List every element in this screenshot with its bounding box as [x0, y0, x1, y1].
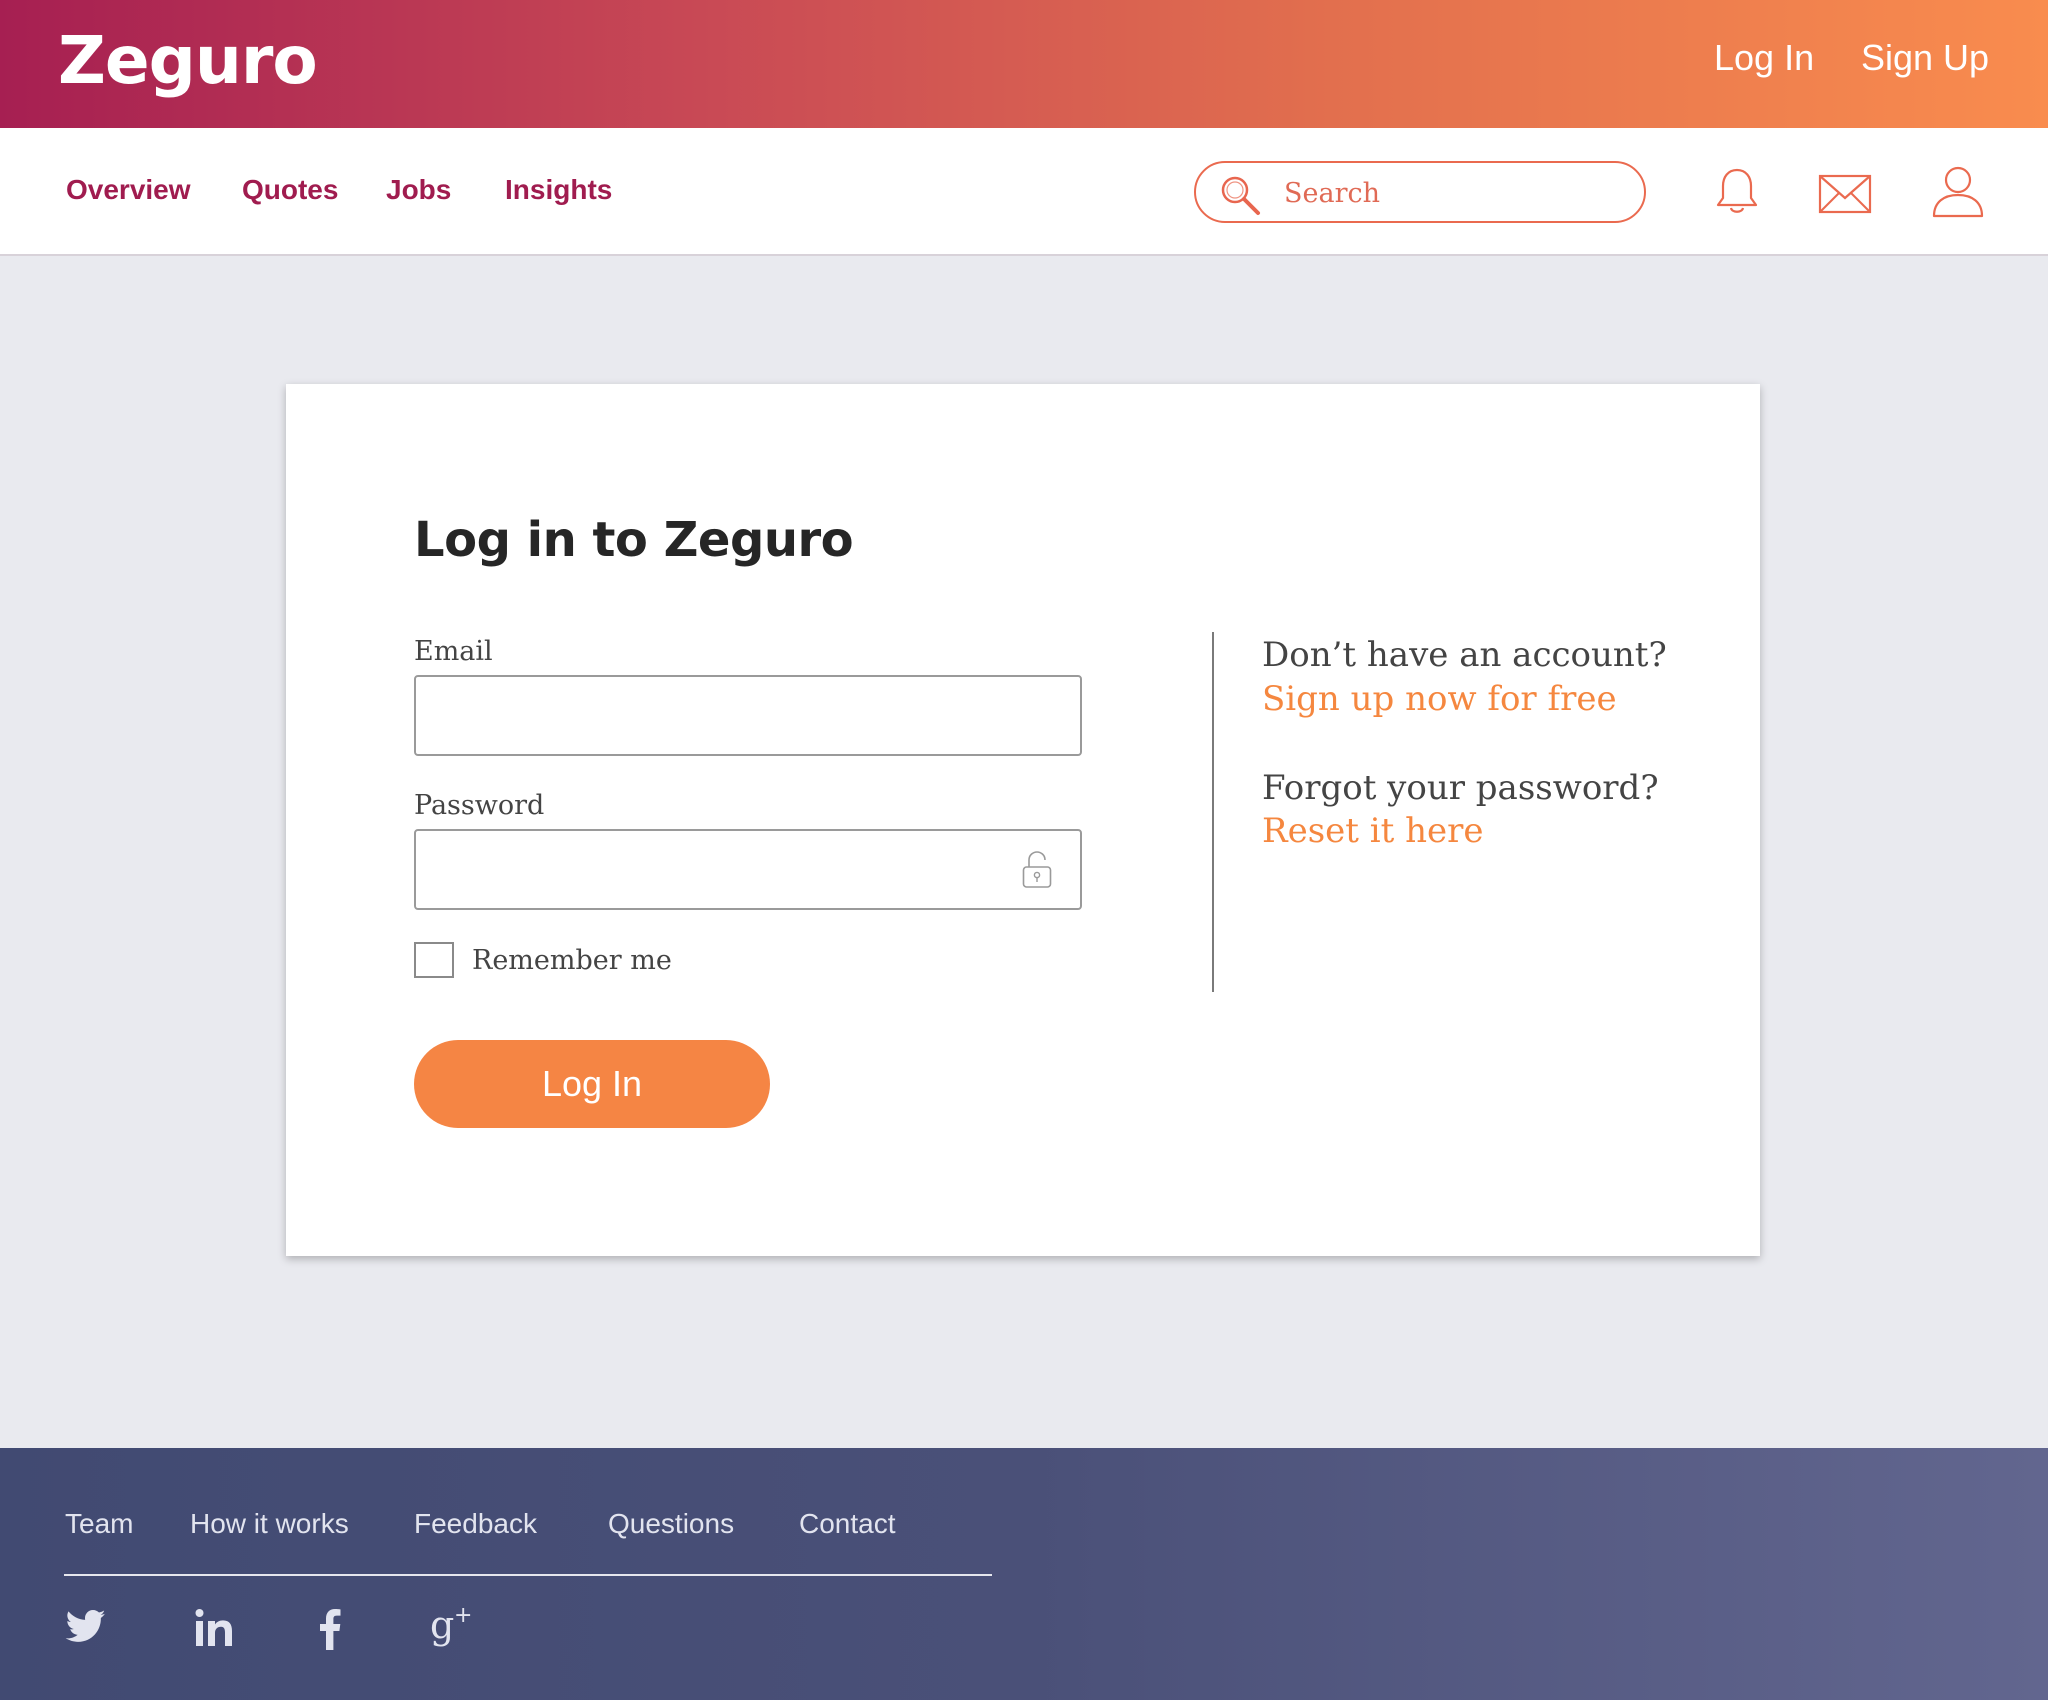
linkedin-icon[interactable] — [194, 1608, 236, 1648]
password-label: Password — [414, 790, 545, 821]
nav-item-overview[interactable]: Overview — [66, 176, 191, 204]
unlock-icon[interactable] — [1022, 851, 1052, 889]
top-header: Zeguro Log In Sign Up — [0, 0, 2048, 128]
footer-link-contact[interactable]: Contact — [799, 1510, 896, 1538]
search-icon — [1221, 176, 1260, 215]
login-title: Log in to Zeguro — [414, 512, 854, 568]
footer-link-how-it-works[interactable]: How it works — [190, 1510, 349, 1538]
reset-password-link[interactable]: Reset it here — [1262, 814, 1484, 848]
signup-link[interactable]: Sign up now for free — [1262, 682, 1617, 716]
forgot-password-text: Forgot your password? — [1262, 768, 1659, 808]
footer-divider — [64, 1574, 992, 1576]
nav-item-insights[interactable]: Insights — [505, 176, 612, 204]
facebook-icon[interactable] — [318, 1608, 344, 1650]
logo[interactable]: Zeguro — [58, 28, 318, 94]
footer-link-questions[interactable]: Questions — [608, 1510, 734, 1538]
vertical-divider — [1212, 632, 1214, 992]
no-account-text: Don’t have an account? — [1262, 635, 1667, 675]
mail-icon[interactable] — [1818, 174, 1872, 214]
password-field[interactable] — [430, 831, 1030, 908]
login-card: Log in to Zeguro Email Password Remember… — [286, 384, 1760, 1256]
svg-text:+: + — [454, 1603, 472, 1628]
email-field-box[interactable] — [414, 675, 1082, 756]
nav-item-jobs[interactable]: Jobs — [386, 176, 451, 204]
search-box[interactable] — [1194, 161, 1646, 223]
remember-me-checkbox[interactable] — [414, 942, 454, 978]
bell-icon[interactable] — [1714, 166, 1760, 218]
nav-item-quotes[interactable]: Quotes — [242, 176, 338, 204]
login-button[interactable]: Log In — [414, 1040, 770, 1128]
email-field[interactable] — [430, 677, 1030, 754]
email-label: Email — [414, 636, 493, 667]
twitter-icon[interactable] — [64, 1606, 108, 1646]
google-plus-icon[interactable]: g + — [428, 1602, 476, 1650]
footer-link-team[interactable]: Team — [65, 1510, 133, 1538]
user-icon[interactable] — [1930, 164, 1986, 218]
svg-text:g: g — [430, 1603, 454, 1647]
footer: Team How it works Feedback Questions Con… — [0, 1448, 2048, 1700]
remember-me-label[interactable]: Remember me — [472, 947, 672, 974]
header-login-link[interactable]: Log In — [1714, 40, 1814, 76]
search-input[interactable] — [1284, 175, 1624, 211]
password-field-box[interactable] — [414, 829, 1082, 910]
header-signup-link[interactable]: Sign Up — [1861, 40, 1989, 76]
nav-bar: Overview Quotes Jobs Insights — [0, 128, 2048, 256]
footer-link-feedback[interactable]: Feedback — [414, 1510, 537, 1538]
